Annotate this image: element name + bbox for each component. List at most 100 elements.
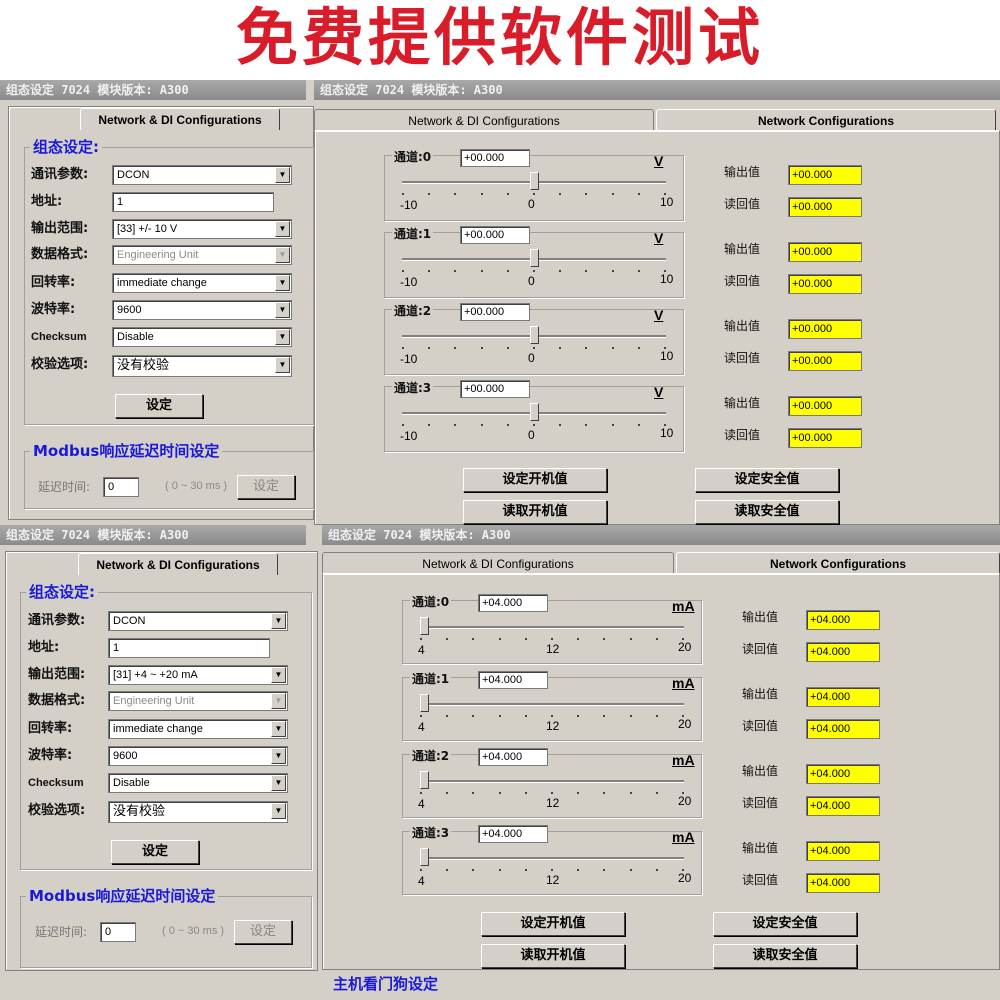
- channel-value-input-2[interactable]: +00.000: [460, 303, 530, 321]
- delay-set-button[interactable]: 设定: [234, 920, 292, 944]
- modbus-group-title: Modbus响应延迟时间设定: [26, 887, 219, 905]
- output-label-0: 输出值: [724, 165, 761, 179]
- select-value: DCON: [117, 169, 150, 181]
- tick-mark: [559, 270, 561, 272]
- scale-min-1: 4: [418, 720, 425, 734]
- config-group-title: 组态设定:: [30, 138, 102, 156]
- chevron-down-icon[interactable]: ▼: [275, 329, 290, 345]
- tick-mark: [420, 638, 422, 640]
- address-value: 1: [113, 642, 120, 654]
- select-check-option[interactable]: 没有校验 ▼: [108, 801, 288, 823]
- config-set-button[interactable]: 设定: [111, 840, 199, 864]
- read-power-on-button[interactable]: 读取开机值: [463, 500, 607, 524]
- slider-thumb-0[interactable]: [530, 172, 539, 190]
- tick-mark: [585, 347, 587, 349]
- address-field[interactable]: 1▲▼: [112, 192, 274, 212]
- slider-ticks-0: [420, 638, 684, 640]
- select-comm[interactable]: DCON ▼: [108, 611, 288, 631]
- chevron-down-icon[interactable]: ▼: [271, 748, 286, 764]
- label-comm: 通讯参数:: [28, 613, 86, 628]
- delay-set-button[interactable]: 设定: [237, 475, 295, 499]
- select-check-option[interactable]: 没有校验 ▼: [112, 355, 292, 377]
- read-safe-button[interactable]: 读取安全值: [695, 500, 839, 524]
- delay-input[interactable]: 0▲▼: [100, 922, 136, 942]
- select-value: 9600: [117, 304, 142, 316]
- select-value: 没有校验: [113, 803, 166, 818]
- tab-network-di-right[interactable]: Network & DI Configurations: [314, 109, 654, 131]
- channel-value-input-0[interactable]: +00.000: [460, 149, 530, 167]
- chevron-down-icon[interactable]: ▼: [275, 275, 290, 291]
- set-safe-button[interactable]: 设定安全值: [713, 912, 857, 936]
- select-data-format: Engineering Unit ▼: [108, 691, 288, 711]
- select-baud-rate[interactable]: 9600 ▼: [108, 746, 288, 766]
- tick-mark: [638, 424, 640, 426]
- select-output-range[interactable]: [33] +/- 10 V ▼: [112, 219, 292, 239]
- tick-mark: [656, 869, 658, 871]
- config-set-button[interactable]: 设定: [115, 394, 203, 418]
- chevron-down-icon[interactable]: ▼: [271, 721, 286, 737]
- tick-mark: [472, 792, 474, 794]
- select-output-range[interactable]: [31] +4 ~ +20 mA ▼: [108, 665, 288, 685]
- channel-label-1: 通道:1: [410, 670, 452, 687]
- chevron-down-icon[interactable]: ▼: [271, 667, 286, 683]
- scale-max-0: 20: [678, 640, 692, 654]
- delay-input[interactable]: 0▲▼: [103, 477, 139, 497]
- channel-value-input-3[interactable]: +00.000: [460, 380, 530, 398]
- select-comm[interactable]: DCON ▼: [112, 165, 292, 185]
- tick-mark: [507, 193, 509, 195]
- slider-thumb-3[interactable]: [420, 848, 429, 866]
- tick-mark: [402, 347, 404, 349]
- scale-mid-2: 12: [546, 796, 560, 810]
- readback-label-2: 读回值: [742, 796, 779, 810]
- set-safe-button[interactable]: 设定安全值: [695, 468, 839, 492]
- channel-value-input-1[interactable]: +00.000: [460, 226, 530, 244]
- address-field[interactable]: 1▲▼: [108, 638, 270, 658]
- chevron-down-icon[interactable]: ▼: [271, 613, 286, 629]
- tab-network[interactable]: Network Configurations: [676, 552, 1000, 574]
- scale-max-2: 10: [660, 349, 674, 363]
- slider-thumb-3[interactable]: [530, 403, 539, 421]
- chevron-down-icon[interactable]: ▼: [275, 357, 290, 373]
- tab-network[interactable]: Network Configurations: [656, 109, 996, 131]
- chevron-down-icon[interactable]: ▼: [271, 803, 286, 819]
- label-checksum: Checksum: [28, 777, 84, 789]
- readback-label-1: 读回值: [742, 719, 779, 733]
- tab-network-di[interactable]: Network & DI Configurations: [78, 553, 278, 575]
- chevron-down-icon[interactable]: ▼: [275, 302, 290, 318]
- tab-network-di[interactable]: Network & DI Configurations: [80, 108, 280, 130]
- select-checksum[interactable]: Disable ▼: [108, 773, 288, 793]
- select-baud-rate[interactable]: 9600 ▼: [112, 300, 292, 320]
- chevron-down-icon[interactable]: ▼: [271, 775, 286, 791]
- tick-mark: [454, 347, 456, 349]
- tick-mark: [603, 792, 605, 794]
- scale-mid-0: 0: [528, 197, 535, 211]
- select-slew-rate[interactable]: immediate change ▼: [112, 273, 292, 293]
- select-slew-rate[interactable]: immediate change ▼: [108, 719, 288, 739]
- chevron-down-icon[interactable]: ▼: [275, 221, 290, 237]
- delay-value: 0: [108, 481, 115, 493]
- tick-mark: [551, 792, 553, 794]
- slider-thumb-1[interactable]: [530, 249, 539, 267]
- window-title-left: 组态设定 7024 模块版本: A300: [0, 80, 306, 100]
- chevron-down-icon: ▼: [271, 693, 286, 709]
- set-power-on-button[interactable]: 设定开机值: [463, 468, 607, 492]
- channel-value-input-1[interactable]: +04.000: [478, 671, 548, 689]
- channel-label-1: 通道:1: [392, 225, 434, 242]
- slider-track-1: [420, 703, 684, 706]
- channel-value-input-3[interactable]: +04.000: [478, 825, 548, 843]
- slider-thumb-0[interactable]: [420, 617, 429, 635]
- readback-label-1: 读回值: [724, 274, 761, 288]
- slider-thumb-2[interactable]: [420, 771, 429, 789]
- channel-value-input-0[interactable]: +04.000: [478, 594, 548, 612]
- tab-network-di-right[interactable]: Network & DI Configurations: [322, 552, 674, 574]
- channel-label-3: 通道:3: [410, 824, 452, 841]
- read-power-on-button[interactable]: 读取开机值: [481, 944, 625, 968]
- set-power-on-button[interactable]: 设定开机值: [481, 912, 625, 936]
- select-checksum[interactable]: Disable ▼: [112, 327, 292, 347]
- slider-thumb-2[interactable]: [530, 326, 539, 344]
- readback-field-2: +04.000: [806, 796, 880, 816]
- slider-thumb-1[interactable]: [420, 694, 429, 712]
- chevron-down-icon[interactable]: ▼: [275, 167, 290, 183]
- read-safe-button[interactable]: 读取安全值: [713, 944, 857, 968]
- channel-value-input-2[interactable]: +04.000: [478, 748, 548, 766]
